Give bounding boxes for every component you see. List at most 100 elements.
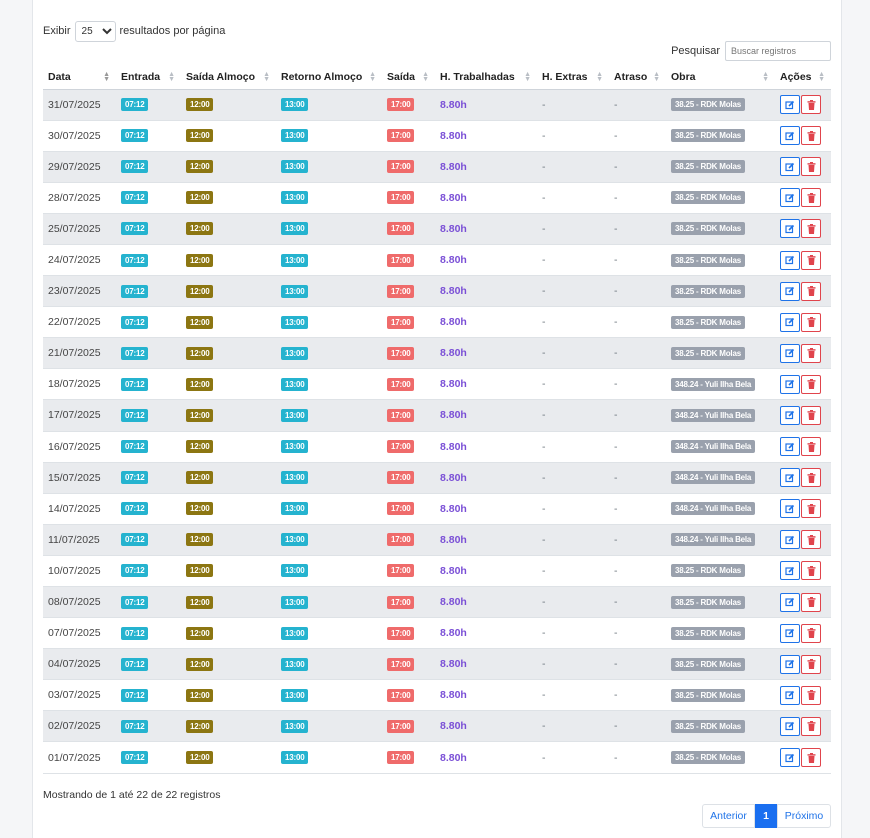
- delete-button[interactable]: [801, 405, 821, 425]
- delete-button[interactable]: [801, 281, 821, 301]
- delete-button[interactable]: [801, 592, 821, 612]
- edit-button[interactable]: [780, 592, 800, 612]
- edit-button[interactable]: [780, 499, 800, 519]
- table-cell: 12:00: [181, 338, 276, 369]
- edit-icon: [785, 566, 795, 576]
- edit-button[interactable]: [780, 561, 800, 581]
- saida-badge: 17:00: [387, 751, 415, 765]
- column-header-label: Ações: [780, 70, 812, 83]
- edit-button[interactable]: [780, 748, 800, 768]
- table-cell: 07:12: [116, 649, 181, 680]
- edit-button[interactable]: [780, 716, 800, 736]
- extra-hours: -: [542, 129, 546, 142]
- edit-button[interactable]: [780, 281, 800, 301]
- extra-hours: -: [542, 254, 546, 267]
- edit-button[interactable]: [780, 343, 800, 363]
- column-header[interactable]: Obra ▲ ▼: [666, 65, 775, 90]
- column-header-label: Saída: [387, 70, 416, 83]
- table-cell: 8.80h: [435, 120, 537, 151]
- column-header[interactable]: Retorno Almoço ▲ ▼: [276, 65, 382, 90]
- column-header[interactable]: Saída Almoço ▲ ▼: [181, 65, 276, 90]
- search-input[interactable]: [725, 41, 831, 61]
- hours-worked: 8.80h: [440, 720, 467, 733]
- edit-button[interactable]: [780, 685, 800, 705]
- table-cell: 8.80h: [435, 307, 537, 338]
- edit-button[interactable]: [780, 374, 800, 394]
- row-actions: [780, 312, 826, 332]
- table-cell: -: [609, 338, 666, 369]
- table-row: 08/07/2025 07:12 12:00 13:00 17:00 8.80h - - 38.…: [43, 586, 831, 618]
- delete-button[interactable]: [801, 95, 821, 115]
- saida-badge: 17:00: [387, 719, 415, 733]
- delay: -: [614, 378, 618, 391]
- edit-button[interactable]: [780, 437, 800, 457]
- previous-page-button[interactable]: Anterior: [702, 804, 755, 828]
- delete-button[interactable]: [801, 188, 821, 208]
- edit-button[interactable]: [780, 250, 800, 270]
- column-header[interactable]: Saída ▲ ▼: [382, 65, 435, 90]
- delete-button[interactable]: [801, 126, 821, 146]
- edit-button[interactable]: [780, 530, 800, 550]
- table-cell: [775, 307, 831, 338]
- delete-button[interactable]: [801, 157, 821, 177]
- delete-button[interactable]: [801, 374, 821, 394]
- edit-button[interactable]: [780, 219, 800, 239]
- column-header[interactable]: H. Extras ▲ ▼: [537, 65, 609, 90]
- delete-button[interactable]: [801, 561, 821, 581]
- table-cell: 8.80h: [435, 369, 537, 400]
- edit-button[interactable]: [780, 157, 800, 177]
- entrada-badge: 07:12: [121, 595, 149, 609]
- extra-hours: -: [542, 502, 546, 515]
- edit-button[interactable]: [780, 405, 800, 425]
- edit-icon: [785, 411, 795, 420]
- extra-hours: -: [542, 720, 546, 733]
- delay: -: [614, 440, 618, 453]
- obra-badge: 38.25 - RDK Molas: [671, 719, 745, 733]
- edit-button[interactable]: [780, 188, 800, 208]
- per-page-select[interactable]: 25: [74, 20, 116, 42]
- next-page-button[interactable]: Próximo: [777, 804, 831, 828]
- edit-button[interactable]: [780, 468, 800, 488]
- column-header[interactable]: Data ▲ ▼: [43, 65, 116, 90]
- table-cell: -: [609, 711, 666, 742]
- delete-button[interactable]: [801, 748, 821, 768]
- column-header[interactable]: Entrada ▲ ▼: [116, 65, 181, 90]
- delete-button[interactable]: [801, 343, 821, 363]
- saida-almoco-badge: 12:00: [186, 719, 214, 733]
- entrada-badge: 07:12: [121, 129, 149, 143]
- delete-button[interactable]: [801, 654, 821, 674]
- delete-button[interactable]: [801, 623, 821, 643]
- delete-button[interactable]: [801, 685, 821, 705]
- row-actions: [780, 188, 826, 208]
- table-cell: 21/07/2025: [43, 338, 116, 369]
- delete-button[interactable]: [801, 716, 821, 736]
- hours-worked: 8.80h: [440, 533, 467, 546]
- table-cell: [775, 462, 831, 493]
- delete-button[interactable]: [801, 219, 821, 239]
- table-cell: 12:00: [181, 400, 276, 431]
- delete-button[interactable]: [801, 468, 821, 488]
- delete-button[interactable]: [801, 530, 821, 550]
- delete-button[interactable]: [801, 437, 821, 457]
- column-header[interactable]: Atraso ▲ ▼: [609, 65, 666, 90]
- retorno-almoco-badge: 13:00: [281, 719, 309, 733]
- column-header[interactable]: H. Trabalhadas ▲ ▼: [435, 65, 537, 90]
- delay: -: [614, 254, 618, 267]
- table-cell: 17:00: [382, 493, 435, 524]
- edit-button[interactable]: [780, 95, 800, 115]
- table-row: 18/07/2025 07:12 12:00 13:00 17:00 8.80h - - 348…: [43, 369, 831, 400]
- delete-button[interactable]: [801, 499, 821, 519]
- table-cell: 8.80h: [435, 276, 537, 307]
- table-cell: 07:12: [116, 618, 181, 649]
- delete-button[interactable]: [801, 312, 821, 332]
- edit-button[interactable]: [780, 654, 800, 674]
- table-cell: 07:12: [116, 493, 181, 524]
- table-cell: -: [537, 618, 609, 649]
- current-page-button[interactable]: 1: [755, 804, 777, 828]
- edit-button[interactable]: [780, 623, 800, 643]
- delete-button[interactable]: [801, 250, 821, 270]
- edit-icon: [785, 722, 795, 731]
- edit-button[interactable]: [780, 312, 800, 332]
- hours-worked: 8.80h: [440, 627, 467, 640]
- edit-button[interactable]: [780, 126, 800, 146]
